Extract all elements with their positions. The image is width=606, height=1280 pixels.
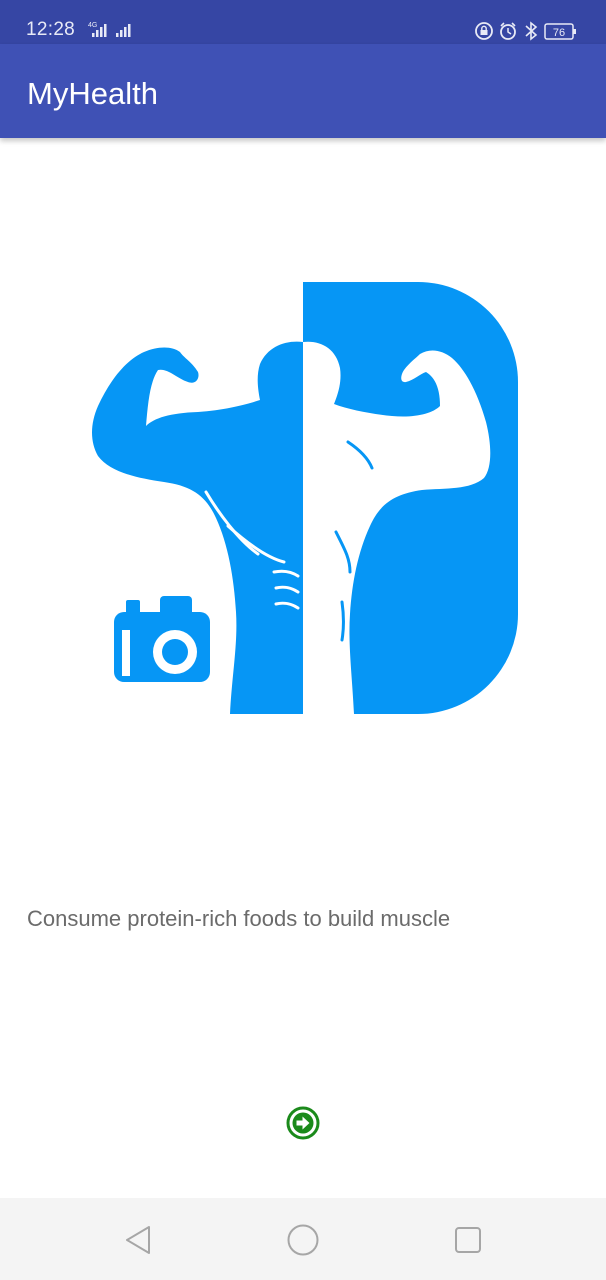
app-bar: MyHealth [0,44,606,138]
bluetooth-icon [525,21,538,41]
back-icon [126,1226,150,1254]
recents-button[interactable] [446,1218,490,1262]
muscle-camera-logo [92,282,518,714]
battery-level: 76 [553,27,565,39]
app-title: MyHealth [27,76,158,111]
next-button[interactable] [286,1106,320,1140]
nav-bar [0,1198,606,1280]
network-label: 4G [88,22,97,29]
signal-4g-icon: 4G [88,22,107,37]
recents-icon [455,1227,481,1253]
tip-text: Consume protein-rich foods to build musc… [27,906,451,931]
status-bar: 12:28 4G 76 [0,0,606,44]
home-icon [287,1224,319,1256]
status-icons: 76 [475,21,576,41]
alarm-icon [500,22,516,40]
signal-icon [116,24,131,37]
status-time: 12:28 [26,19,76,40]
back-button[interactable] [116,1218,160,1262]
home-button[interactable] [281,1218,325,1262]
battery-icon: 76 [544,23,576,40]
arrow-right-circle-icon [286,1106,320,1140]
lock-rotation-icon [475,22,493,40]
